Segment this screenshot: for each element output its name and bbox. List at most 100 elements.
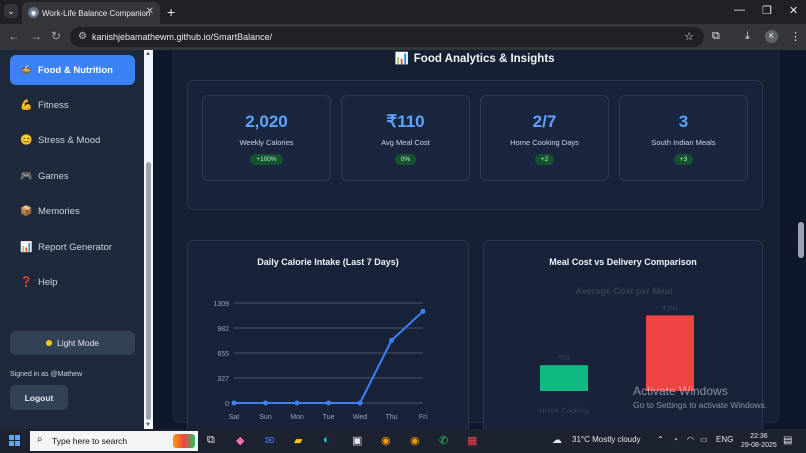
sidebar-item-help[interactable]: ❓ Help — [10, 267, 135, 297]
stat-badge: +3 — [673, 154, 694, 165]
search-icon: ⌕ — [37, 434, 43, 445]
copilot-icon[interactable]: ◆ — [236, 434, 244, 447]
sidebar-item-label: Fitness — [38, 99, 69, 111]
battery-icon[interactable]: ▭ — [700, 435, 708, 444]
taskbar-clock[interactable]: 22:36 29-08-2025 — [741, 432, 777, 450]
y-tick-label: 327 — [217, 376, 229, 383]
chrome-icon[interactable]: ◉ — [381, 434, 391, 447]
edge-icon[interactable]: ◐ — [323, 434, 330, 446]
store-icon[interactable]: ▣ — [352, 434, 362, 447]
page-scrollbar[interactable] — [796, 50, 806, 429]
forward-icon[interactable]: → — [30, 29, 42, 43]
calorie-data-point — [263, 400, 268, 406]
bar-chart-icon: 📊 — [394, 53, 409, 65]
cost-bar — [646, 315, 694, 391]
restore-icon[interactable]: ❐ — [762, 4, 772, 17]
whatsapp-icon[interactable]: ✆ — [439, 434, 448, 447]
y-tick-label: 982 — [217, 326, 229, 333]
taskbar-search-box[interactable]: ⌕ Type here to search — [30, 431, 198, 451]
x-tick-label: Wed — [353, 414, 367, 421]
calorie-data-point — [326, 400, 331, 406]
wifi-icon[interactable]: ◠ — [687, 435, 694, 444]
tab-search-button[interactable]: ⌄ — [4, 4, 18, 18]
sidebar-item-label: Memories — [38, 205, 80, 217]
main-content: 📊 Food Analytics & Insights 2,020 Weekly … — [153, 50, 796, 429]
calorie-data-point — [420, 308, 426, 314]
chrome-active-icon[interactable]: ◉ — [410, 434, 420, 447]
download-icon[interactable]: ⤓ — [745, 30, 750, 43]
minimize-icon[interactable]: — — [734, 4, 745, 16]
stat-label: Avg Meal Cost — [381, 138, 430, 147]
sidebar-item-label: Games — [38, 170, 69, 182]
reload-icon[interactable]: ↻ — [51, 29, 61, 43]
stat-card-south-indian: 3 South Indian Meals +3 — [619, 95, 748, 181]
weather-text[interactable]: 31°C Mostly cloudy — [572, 435, 641, 444]
sidebar-item-memories[interactable]: 📦 Memories — [10, 196, 135, 226]
stat-card-home-cooking: 2/7 Home Cooking Days +2 — [480, 95, 609, 181]
flexed-arm-icon: 💪 — [20, 99, 33, 111]
y-tick-label: 655 — [217, 351, 229, 358]
stat-badge: 0% — [394, 154, 417, 165]
sidebar-item-label: Food & Nutrition — [38, 64, 113, 76]
sidebar-scroll-thumb[interactable] — [146, 162, 151, 420]
cost-category-label: Home Cooking — [539, 406, 589, 415]
browser-toolbar: ← → ↻ ⚙ kanishjebamathewm.github.io/Smar… — [0, 24, 806, 50]
profile-avatar[interactable]: K — [765, 30, 778, 43]
file-explorer-icon[interactable]: ▰ — [294, 434, 302, 447]
light-mode-label: Light Mode — [56, 338, 100, 348]
task-view-icon[interactable]: ⧉ — [207, 434, 215, 447]
x-tick-label: Sat — [229, 414, 240, 421]
bookmark-star-icon[interactable]: ☆ — [684, 30, 694, 43]
cost-bar-label: ₹164 — [662, 304, 678, 312]
stat-value: ₹110 — [386, 112, 425, 131]
y-tick-label: 0 — [225, 401, 229, 408]
web-page: 🍲 Food & Nutrition 💪 Fitness 😊 Stress & … — [0, 50, 806, 429]
close-window-icon[interactable]: ✕ — [789, 4, 798, 17]
outlook-icon[interactable]: ✉ — [265, 434, 274, 447]
stat-label: Home Cooking Days — [510, 138, 579, 147]
windows-start-icon[interactable] — [9, 435, 20, 446]
weather-icon[interactable]: ☁ — [552, 435, 562, 446]
browser-tab[interactable]: ◉ Work-Life Balance Companion ✕ — [22, 2, 160, 24]
sidebar-item-label: Report Generator — [38, 241, 112, 253]
sidebar-item-food-nutrition[interactable]: 🍲 Food & Nutrition — [10, 55, 135, 85]
language-indicator[interactable]: ENG — [716, 435, 733, 444]
close-tab-icon[interactable]: ✕ — [146, 6, 154, 17]
calorie-chart-card: Daily Calorie Intake (Last 7 Days) 0 327 6… — [187, 240, 469, 429]
sidebar-item-games[interactable]: 🎮 Games — [10, 161, 135, 191]
calorie-data-point — [231, 400, 237, 406]
address-bar[interactable]: ⚙ kanishjebamathewm.github.io/SmartBalan… — [70, 27, 704, 47]
taskbar-search-placeholder: Type here to search — [52, 436, 128, 446]
stat-card-weekly-calories: 2,020 Weekly Calories +100% — [202, 95, 331, 181]
stat-card-avg-meal-cost: ₹110 Avg Meal Cost 0% — [341, 95, 470, 181]
scroll-down-icon[interactable]: ▼ — [145, 422, 151, 428]
stat-value: 3 — [678, 112, 689, 131]
network-icon[interactable]: ◔ — [673, 435, 678, 444]
url-text: kanishjebamathewm.github.io/SmartBalance… — [92, 32, 273, 42]
scroll-up-icon[interactable]: ▲ — [145, 51, 151, 57]
site-info-icon[interactable]: ⚙ — [78, 31, 87, 42]
section-title-text: Food Analytics & Insights — [413, 53, 555, 65]
sidebar-item-report-generator[interactable]: 📊 Report Generator — [10, 232, 135, 262]
section-title: 📊 Food Analytics & Insights — [153, 51, 796, 65]
sidebar-item-stress-mood[interactable]: 😊 Stress & Mood — [10, 125, 135, 155]
notification-icon[interactable]: ▤ — [783, 435, 792, 446]
sun-dot-icon — [45, 340, 52, 346]
question-icon: ❓ — [20, 276, 33, 288]
new-tab-button[interactable]: + — [167, 4, 175, 20]
watermark-line1: Activate Windows — [633, 384, 728, 398]
app-icon[interactable]: ▦ — [467, 434, 477, 447]
sidebar-scrollbar[interactable]: ▲ ▼ — [144, 50, 153, 429]
page-scroll-thumb[interactable] — [798, 222, 804, 258]
light-mode-button[interactable]: Light Mode — [10, 331, 135, 355]
back-icon[interactable]: ← — [8, 29, 20, 43]
translate-icon[interactable]: ⧉ — [712, 30, 720, 43]
x-tick-label: Thu — [385, 414, 397, 421]
x-tick-label: Fri — [419, 414, 428, 421]
cost-bar-label: ₹56 — [558, 354, 570, 362]
calorie-line-chart: 0 327 655 982 1309 Sat Sun Mon Tue Wed Thu Fri — [213, 301, 428, 421]
sidebar-item-fitness[interactable]: 💪 Fitness — [10, 90, 135, 120]
logout-button[interactable]: Logout — [10, 385, 68, 410]
menu-kebab-icon[interactable]: ⋮ — [790, 30, 801, 43]
tray-chevron-icon[interactable]: ⌃ — [657, 435, 664, 444]
